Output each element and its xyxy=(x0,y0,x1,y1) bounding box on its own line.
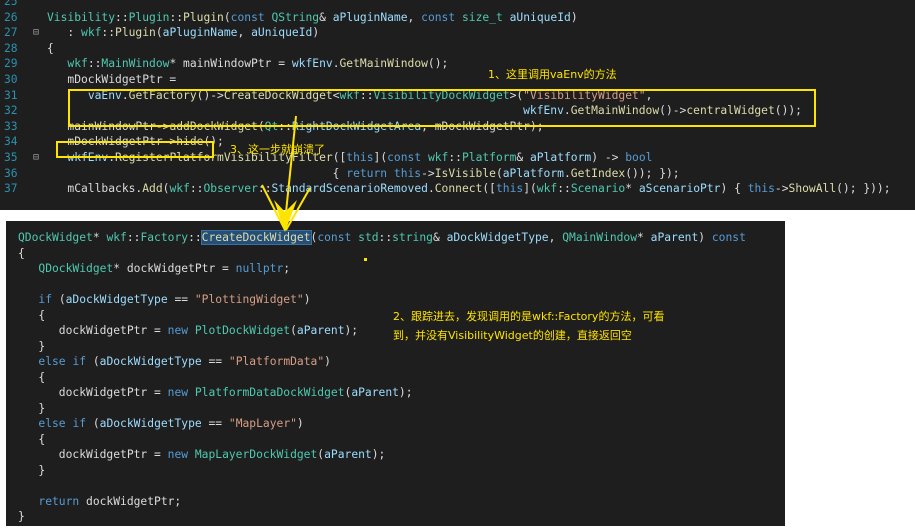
annotation-arrow-icon xyxy=(261,115,311,232)
